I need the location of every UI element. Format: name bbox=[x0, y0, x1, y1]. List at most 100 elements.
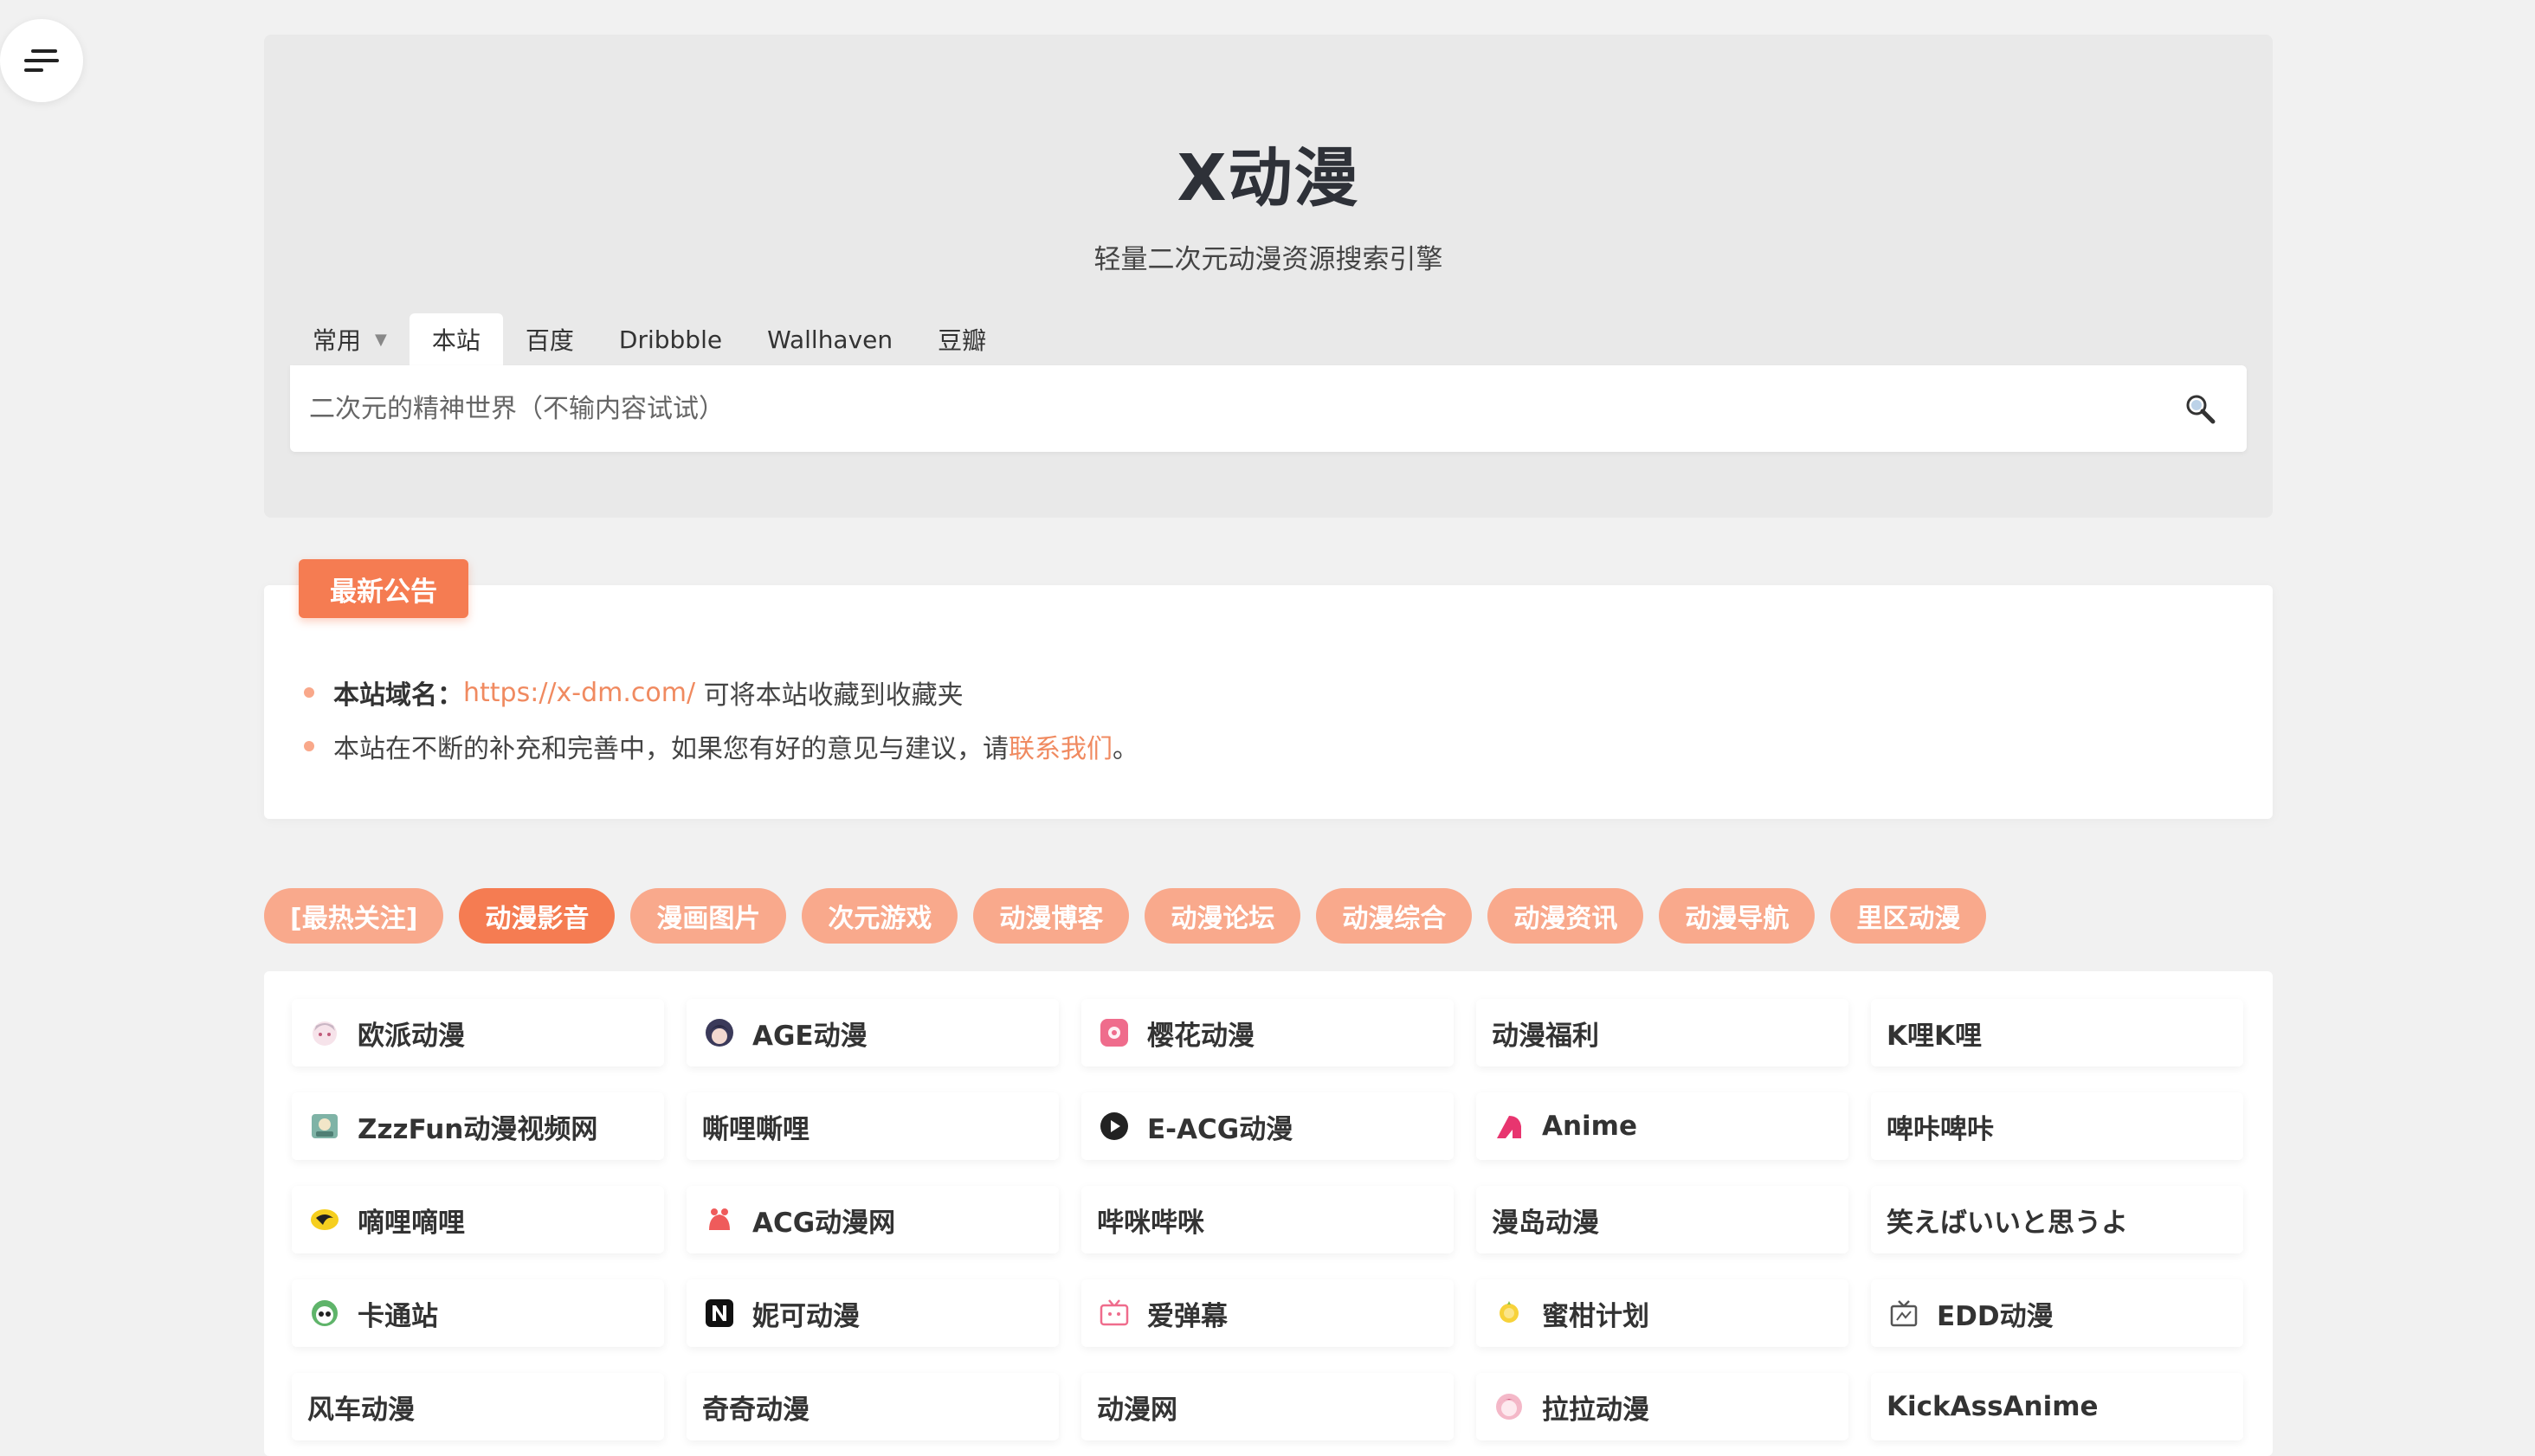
site-grid-panel: 欧派动漫 AGE动漫 樱花动漫 动漫福利 K哩K哩 ZzzFun动漫视频网 嘶哩… bbox=[264, 971, 2273, 1456]
search-input[interactable] bbox=[290, 365, 2160, 452]
acg-creature-icon bbox=[704, 1204, 735, 1235]
site-card[interactable]: E-ACG动漫 bbox=[1081, 1092, 1454, 1160]
site-name: 漫岛动漫 bbox=[1492, 1207, 1599, 1239]
site-card[interactable]: 卡通站 bbox=[292, 1279, 664, 1347]
contact-us-link[interactable]: 联系我们 bbox=[1009, 727, 1113, 765]
search-hero: X动漫 轻量二次元动漫资源搜索引擎 常用 ▼ 本站 百度 Dribbble Wa… bbox=[264, 35, 2273, 518]
feedback-text: 本站在不断的补充和完善中，如果您有好的意见与建议，请 bbox=[333, 734, 1009, 764]
menu-button[interactable] bbox=[0, 19, 83, 102]
site-name: 啤咔啤咔 bbox=[1887, 1113, 1994, 1145]
search-icon[interactable] bbox=[2184, 393, 2216, 424]
dilidili-icon bbox=[309, 1204, 340, 1235]
domain-label: 本站域名： bbox=[333, 680, 463, 711]
category-comics[interactable]: 漫画图片 bbox=[630, 888, 787, 944]
site-name: 妮可动漫 bbox=[752, 1300, 860, 1332]
bullet-dot bbox=[304, 741, 314, 751]
site-name: 奇奇动漫 bbox=[702, 1394, 810, 1426]
category-games[interactable]: 次元游戏 bbox=[802, 888, 958, 944]
tab-label: 常用 bbox=[313, 326, 362, 355]
category-general[interactable]: 动漫综合 bbox=[1316, 888, 1473, 944]
category-anime-video[interactable]: 动漫影音 bbox=[459, 888, 616, 944]
tab-label: 豆瓣 bbox=[938, 326, 987, 355]
site-card[interactable]: EDD动漫 bbox=[1871, 1279, 2243, 1347]
site-card[interactable]: 爱弹幕 bbox=[1081, 1279, 1454, 1347]
site-name: 嘶哩嘶哩 bbox=[702, 1113, 810, 1145]
tab-label: 本站 bbox=[431, 326, 481, 355]
site-name: 卡通站 bbox=[358, 1300, 438, 1332]
bullet-dot bbox=[304, 687, 314, 698]
tab-dribbble[interactable]: Dribbble bbox=[597, 313, 745, 365]
tab-wallhaven[interactable]: Wallhaven bbox=[745, 313, 915, 365]
site-card[interactable]: ACG动漫网 bbox=[687, 1186, 1059, 1253]
site-card[interactable]: 拉拉动漫 bbox=[1476, 1373, 1848, 1440]
site-name: 蜜柑计划 bbox=[1542, 1300, 1649, 1332]
site-card[interactable]: 动漫网 bbox=[1081, 1373, 1454, 1440]
site-name: 动漫福利 bbox=[1492, 1020, 1599, 1052]
site-card[interactable]: KickAssAnime bbox=[1871, 1373, 2243, 1440]
n-logo-icon bbox=[704, 1298, 735, 1329]
announcement-panel: 最新公告 本站域名： https://x-dm.com/ 可将本站收藏到收藏夹 … bbox=[264, 559, 2273, 819]
category-forums[interactable]: 动漫论坛 bbox=[1145, 888, 1301, 944]
site-name: ZzzFun动漫视频网 bbox=[358, 1113, 598, 1145]
caret-down-icon: ▼ bbox=[375, 330, 387, 349]
announcement-badge: 最新公告 bbox=[299, 559, 468, 618]
site-name: Anime bbox=[1542, 1111, 1638, 1142]
site-card[interactable]: 啤咔啤咔 bbox=[1871, 1092, 2243, 1160]
site-card[interactable]: Anime bbox=[1476, 1092, 1848, 1160]
category-blogs[interactable]: 动漫博客 bbox=[973, 888, 1130, 944]
search-box bbox=[290, 365, 2247, 452]
feedback-end: 。 bbox=[1113, 734, 1138, 764]
site-card[interactable]: K哩K哩 bbox=[1871, 999, 2243, 1066]
domain-link[interactable]: https://x-dm.com/ bbox=[463, 678, 695, 708]
site-title: X动漫 bbox=[1177, 141, 1360, 216]
category-tabs: [最热关注] 动漫影音 漫画图片 次元游戏 动漫博客 动漫论坛 动漫综合 动漫资… bbox=[264, 888, 1987, 944]
anime-logo-icon bbox=[1493, 1111, 1525, 1142]
site-card[interactable]: 漫岛动漫 bbox=[1476, 1186, 1848, 1253]
site-grid: 欧派动漫 AGE动漫 樱花动漫 动漫福利 K哩K哩 ZzzFun动漫视频网 嘶哩… bbox=[292, 999, 2243, 1440]
site-card[interactable]: 笑えばいいと思うよ bbox=[1871, 1186, 2243, 1253]
site-card[interactable]: 奇奇动漫 bbox=[687, 1373, 1059, 1440]
site-name: 动漫网 bbox=[1097, 1394, 1177, 1426]
site-name: 风车动漫 bbox=[307, 1394, 415, 1426]
site-card[interactable]: 妮可动漫 bbox=[687, 1279, 1059, 1347]
site-card[interactable]: 欧派动漫 bbox=[292, 999, 664, 1066]
tab-douban[interactable]: 豆瓣 bbox=[915, 313, 1009, 365]
tab-label: 百度 bbox=[525, 326, 574, 355]
announcement-domain: 本站域名： https://x-dm.com/ 可将本站收藏到收藏夹 bbox=[304, 673, 964, 712]
tab-this-site[interactable]: 本站 bbox=[409, 313, 503, 365]
site-name: 拉拉动漫 bbox=[1542, 1394, 1649, 1426]
site-name: E-ACG动漫 bbox=[1147, 1113, 1293, 1145]
site-name: ACG动漫网 bbox=[752, 1207, 896, 1239]
zzzfun-icon bbox=[309, 1111, 340, 1142]
site-card[interactable]: 动漫福利 bbox=[1476, 999, 1848, 1066]
site-card[interactable]: 嘶哩嘶哩 bbox=[687, 1092, 1059, 1160]
tab-common[interactable]: 常用 ▼ bbox=[290, 313, 410, 365]
lala-icon bbox=[1493, 1391, 1525, 1422]
site-card[interactable]: 风车动漫 bbox=[292, 1373, 664, 1440]
site-card[interactable]: 嘀哩嘀哩 bbox=[292, 1186, 664, 1253]
category-navigation[interactable]: 动漫导航 bbox=[1659, 888, 1816, 944]
category-news[interactable]: 动漫资讯 bbox=[1487, 888, 1644, 944]
site-name: 爱弹幕 bbox=[1147, 1300, 1228, 1332]
site-name: 欧派动漫 bbox=[358, 1020, 465, 1052]
anime-avatar-icon bbox=[704, 1017, 735, 1048]
sakura-icon bbox=[1099, 1017, 1130, 1048]
site-card[interactable]: AGE动漫 bbox=[687, 999, 1059, 1066]
category-hot[interactable]: [最热关注] bbox=[264, 888, 444, 944]
site-card[interactable]: 樱花动漫 bbox=[1081, 999, 1454, 1066]
site-card[interactable]: 哔咪哔咪 bbox=[1081, 1186, 1454, 1253]
site-name: 樱花动漫 bbox=[1147, 1020, 1255, 1052]
site-card[interactable]: 蜜柑计划 bbox=[1476, 1279, 1848, 1347]
tab-label: Wallhaven bbox=[767, 325, 893, 354]
site-card[interactable]: ZzzFun动漫视频网 bbox=[292, 1092, 664, 1160]
retro-tv-icon bbox=[1888, 1298, 1919, 1329]
domain-note: 可将本站收藏到收藏夹 bbox=[695, 680, 964, 711]
tab-baidu[interactable]: 百度 bbox=[503, 313, 597, 365]
anime-girl-icon bbox=[309, 1017, 340, 1048]
site-name: EDD动漫 bbox=[1937, 1300, 2054, 1332]
play-circle-icon bbox=[1099, 1111, 1130, 1142]
category-adult[interactable]: 里区动漫 bbox=[1830, 888, 1987, 944]
tab-label: Dribbble bbox=[618, 325, 723, 354]
menu-icon bbox=[24, 49, 59, 72]
site-name: 笑えばいいと思うよ bbox=[1887, 1207, 2128, 1239]
